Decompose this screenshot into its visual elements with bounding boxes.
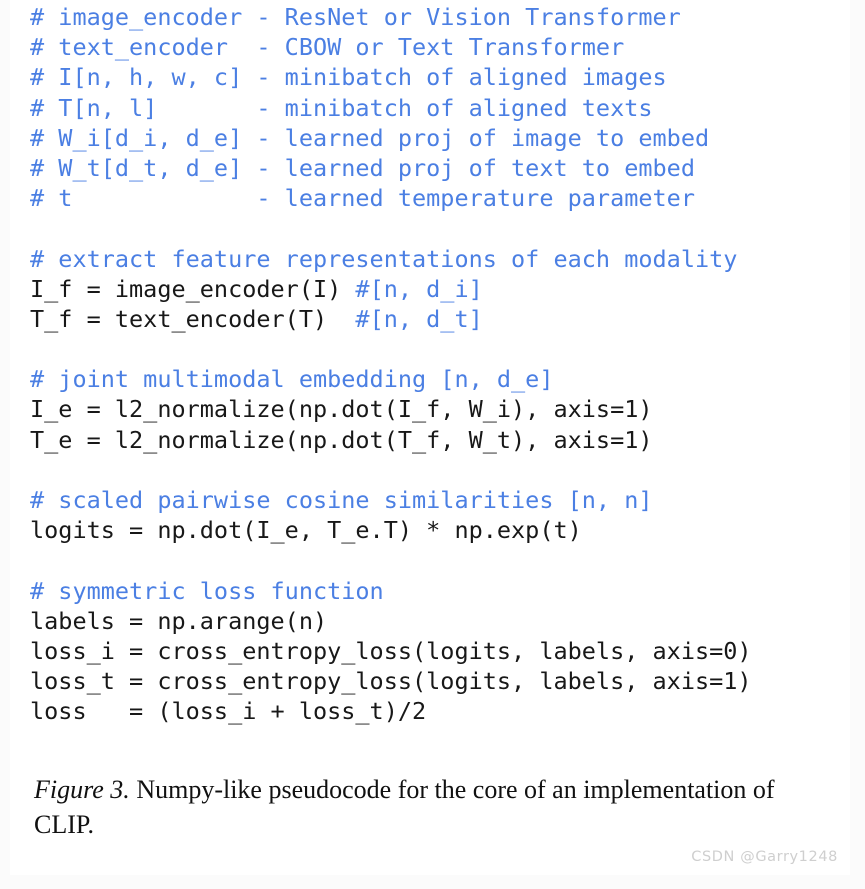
- code-line: # I[n, h, w, c] - minibatch of aligned i…: [30, 62, 840, 92]
- code-line: # W_t[d_t, d_e] - learned proj of text t…: [30, 153, 840, 183]
- code-line: # joint multimodal embedding [n, d_e]: [30, 364, 840, 394]
- pseudocode-block: # image_encoder - ResNet or Vision Trans…: [30, 2, 840, 727]
- code-line: # W_i[d_i, d_e] - learned proj of image …: [30, 123, 840, 153]
- code-token: T_e = l2_normalize(np.dot(T_f, W_t), axi…: [30, 425, 653, 454]
- comment-token: # text_encoder - CBOW or Text Transforme…: [30, 33, 625, 62]
- comment-token: # image_encoder - ResNet or Vision Trans…: [30, 3, 681, 31]
- figure-caption: Figure 3. Numpy-like pseudocode for the …: [34, 772, 834, 842]
- code-token: labels = np.arange(n): [30, 606, 328, 635]
- comment-token: # symmetric loss function: [30, 576, 384, 605]
- csdn-watermark: CSDN @Garry1248: [691, 849, 838, 865]
- code-token: loss = (loss_i + loss_t)/2: [30, 697, 427, 726]
- figure-caption-text: Numpy-like pseudocode for the core of an…: [34, 775, 775, 839]
- comment-token: # I[n, h, w, c] - minibatch of aligned i…: [30, 63, 667, 92]
- comment-token: # extract feature representations of eac…: [30, 244, 738, 273]
- code-line: loss_t = cross_entropy_loss(logits, labe…: [30, 666, 840, 696]
- code-token: loss_t = cross_entropy_loss(logits, labe…: [30, 667, 752, 696]
- comment-token: #[n, d_i]: [355, 274, 483, 303]
- figure-page: # image_encoder - ResNet or Vision Trans…: [0, 0, 865, 889]
- code-line: loss_i = cross_entropy_loss(logits, labe…: [30, 636, 840, 666]
- paper-panel: # image_encoder - ResNet or Vision Trans…: [10, 0, 850, 875]
- comment-token: # T[n, l] - minibatch of aligned texts: [30, 93, 653, 122]
- code-line: # scaled pairwise cosine similarities [n…: [30, 485, 840, 515]
- code-token: T_f = text_encoder(T): [30, 304, 356, 333]
- code-line: T_f = text_encoder(T) #[n, d_t]: [30, 304, 840, 334]
- code-token: I_e = l2_normalize(np.dot(I_f, W_i), axi…: [30, 395, 653, 424]
- code-line: # t - learned temperature parameter: [30, 183, 840, 213]
- code-line: T_e = l2_normalize(np.dot(T_f, W_t), axi…: [30, 425, 840, 455]
- code-line: I_f = image_encoder(I) #[n, d_i]: [30, 274, 840, 304]
- code-line: labels = np.arange(n): [30, 606, 840, 636]
- code-line: loss = (loss_i + loss_t)/2: [30, 696, 840, 726]
- code-line: # symmetric loss function: [30, 576, 840, 606]
- code-line: logits = np.dot(I_e, T_e.T) * np.exp(t): [30, 515, 840, 545]
- comment-token: # W_t[d_t, d_e] - learned proj of text t…: [30, 153, 695, 182]
- comment-token: #[n, d_t]: [355, 304, 483, 333]
- code-line: # text_encoder - CBOW or Text Transforme…: [30, 32, 840, 62]
- comment-token: # t - learned temperature parameter: [30, 184, 695, 213]
- comment-token: # W_i[d_i, d_e] - learned proj of image …: [30, 123, 710, 152]
- code-line: # extract feature representations of eac…: [30, 244, 840, 274]
- code-line: # image_encoder - ResNet or Vision Trans…: [30, 2, 840, 32]
- code-line: I_e = l2_normalize(np.dot(I_f, W_i), axi…: [30, 394, 840, 424]
- code-token: logits = np.dot(I_e, T_e.T) * np.exp(t): [30, 516, 582, 545]
- comment-token: # joint multimodal embedding [n, d_e]: [30, 365, 554, 394]
- code-token: I_f = image_encoder(I): [30, 274, 356, 303]
- code-token: loss_i = cross_entropy_loss(logits, labe…: [30, 636, 752, 665]
- comment-token: # scaled pairwise cosine similarities [n…: [30, 486, 653, 514]
- figure-caption-label: Figure 3.: [34, 775, 130, 804]
- code-line: # T[n, l] - minibatch of aligned texts: [30, 93, 840, 123]
